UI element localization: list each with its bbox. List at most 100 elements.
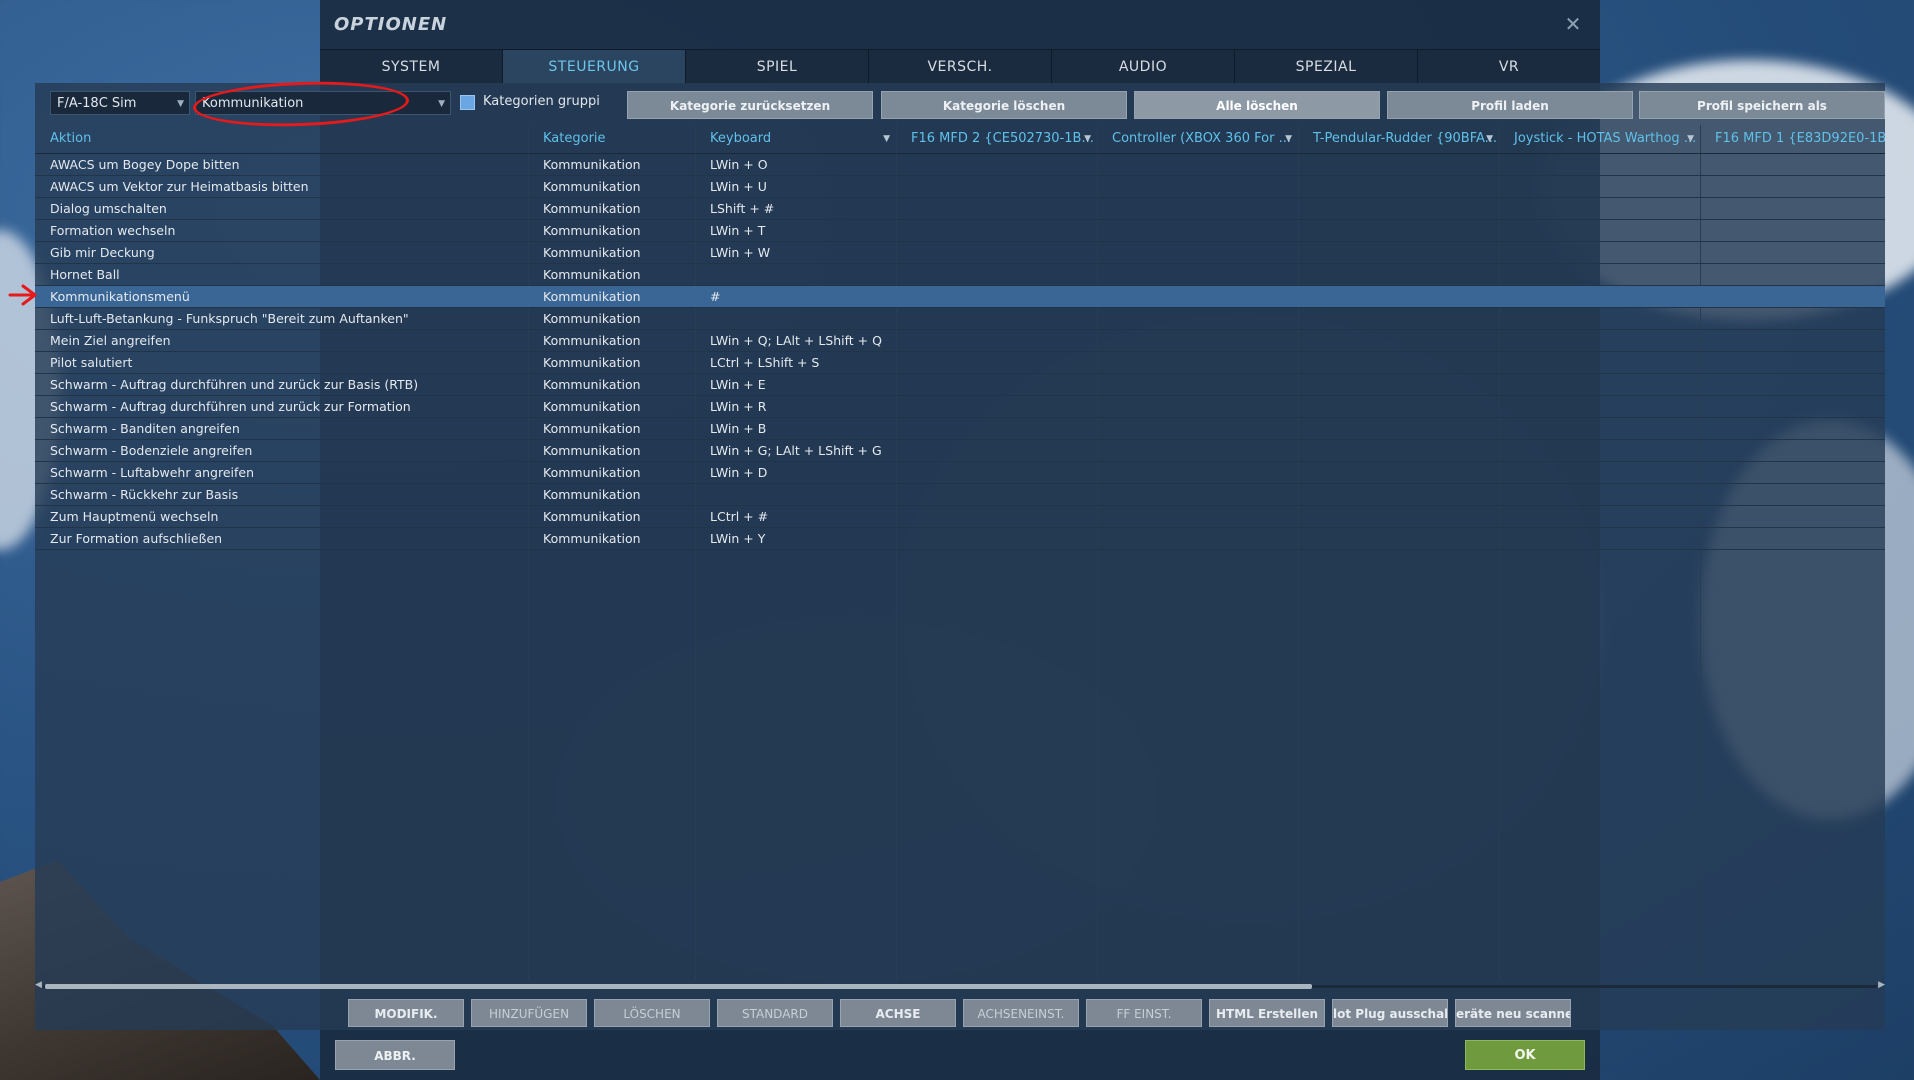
ok-button[interactable]: OK [1465, 1040, 1585, 1070]
cell-keyboard[interactable]: LWin + Q; LAlt + LShift + Q [695, 330, 896, 351]
column-header-device[interactable]: Controller (XBOX 360 For ... ▼ [1097, 125, 1298, 153]
reset-category-button[interactable]: Kategorie zurücksetzen [627, 91, 873, 119]
ff-settings-button[interactable]: FF EINST. [1086, 999, 1202, 1027]
table-row[interactable]: Zum Hauptmenü wechseln Kommunikation LCtrl… [35, 506, 1885, 528]
table-row[interactable]: Schwarm - Luftabwehr angreifen Kommunikat… [35, 462, 1885, 484]
cell-keyboard[interactable]: LWin + U [695, 176, 896, 197]
cell-keyboard[interactable]: LWin + O [695, 154, 896, 175]
delete-button[interactable]: LÖSCHEN [594, 999, 710, 1027]
close-icon[interactable]: ✕ [1562, 13, 1584, 35]
tab-audio[interactable]: AUDIO [1052, 50, 1235, 84]
table-row[interactable]: Mein Ziel angreifen Kommunikation LWin + Q… [35, 330, 1885, 352]
scroll-right-icon[interactable]: ▶ [1878, 980, 1885, 990]
table-row[interactable]: Schwarm - Auftrag durchführen und zurück… [35, 374, 1885, 396]
cell-action[interactable]: Gib mir Deckung [35, 242, 528, 263]
cell-action[interactable]: Schwarm - Rückkehr zur Basis [35, 484, 528, 505]
table-row[interactable]: Zur Formation aufschließen Kommunikation L… [35, 528, 1885, 550]
cell-keyboard[interactable]: LWin + B [695, 418, 896, 439]
tab-vr[interactable]: VR [1418, 50, 1600, 84]
table-row[interactable]: Formation wechseln Kommunikation LWin + T [35, 220, 1885, 242]
cell-action[interactable]: Schwarm - Auftrag durchführen und zurück… [35, 396, 528, 417]
cell-keyboard[interactable]: LWin + D [695, 462, 896, 483]
cell-category[interactable]: Kommunikation [528, 396, 695, 417]
axis-button[interactable]: ACHSE [840, 999, 956, 1027]
cell-keyboard[interactable]: LWin + G; LAlt + LShift + G [695, 440, 896, 461]
cell-action[interactable]: Mein Ziel angreifen [35, 330, 528, 351]
column-header-device[interactable]: Joystick - HOTAS Warthog ... ▼ [1499, 125, 1700, 153]
cell-action[interactable]: Schwarm - Bodenziele angreifen [35, 440, 528, 461]
table-row[interactable]: Gib mir Deckung Kommunikation LWin + W [35, 242, 1885, 264]
table-row[interactable]: Kommunikationsmenü Kommunikation # [35, 286, 1885, 308]
cell-category[interactable]: Kommunikation [528, 418, 695, 439]
load-profile-button[interactable]: Profil laden [1387, 91, 1633, 119]
cell-keyboard[interactable]: LWin + W [695, 242, 896, 263]
cell-keyboard[interactable]: LWin + Y [695, 528, 896, 549]
cell-action[interactable]: Pilot salutiert [35, 352, 528, 373]
default-button[interactable]: STANDARD [717, 999, 833, 1027]
tab-versch[interactable]: VERSCH. [869, 50, 1052, 84]
cell-keyboard[interactable]: LWin + E [695, 374, 896, 395]
cell-category[interactable]: Kommunikation [528, 220, 695, 241]
cell-category[interactable]: Kommunikation [528, 374, 695, 395]
add-button[interactable]: HINZUFÜGEN [471, 999, 587, 1027]
cell-category[interactable]: Kommunikation [528, 286, 695, 307]
cell-category[interactable]: Kommunikation [528, 264, 695, 285]
table-row[interactable]: AWACS um Bogey Dope bitten Kommunikation L… [35, 154, 1885, 176]
table-row[interactable]: Schwarm - Rückkehr zur Basis Kommunikatio… [35, 484, 1885, 506]
tab-spiel[interactable]: SPIEL [686, 50, 869, 84]
column-header-device[interactable]: T-Pendular-Rudder {90BFA... ▼ [1298, 125, 1499, 153]
cell-category[interactable]: Kommunikation [528, 352, 695, 373]
modify-button[interactable]: MODIFIK. [348, 999, 464, 1027]
delete-all-button[interactable]: Alle löschen [1134, 91, 1380, 119]
save-profile-button[interactable]: Profil speichern als [1639, 91, 1885, 119]
cell-action[interactable]: AWACS um Bogey Dope bitten [35, 154, 528, 175]
cell-action[interactable]: AWACS um Vektor zur Heimatbasis bitten [35, 176, 528, 197]
delete-category-button[interactable]: Kategorie löschen [881, 91, 1127, 119]
cell-category[interactable]: Kommunikation [528, 484, 695, 505]
cell-keyboard[interactable] [695, 264, 896, 285]
column-header-keyboard[interactable]: Keyboard ▼ [695, 125, 896, 153]
cell-category[interactable]: Kommunikation [528, 176, 695, 197]
column-header-device[interactable]: F16 MFD 1 {E83D92E0-1B... [1700, 125, 1885, 153]
cell-category[interactable]: Kommunikation [528, 154, 695, 175]
cell-category[interactable]: Kommunikation [528, 330, 695, 351]
horizontal-scrollbar[interactable]: ◀ ▶ [35, 980, 1885, 990]
hot-plug-button[interactable]: lot Plug ausschalte [1332, 999, 1448, 1027]
cell-keyboard[interactable]: LWin + T [695, 220, 896, 241]
cell-action[interactable]: Schwarm - Banditen angreifen [35, 418, 528, 439]
aircraft-select[interactable]: F/A-18C Sim ▼ [50, 91, 190, 115]
scroll-left-icon[interactable]: ◀ [35, 980, 42, 990]
cancel-button[interactable]: ABBR. [335, 1040, 455, 1070]
cell-keyboard[interactable] [695, 484, 896, 505]
cell-keyboard[interactable]: LCtrl + LShift + S [695, 352, 896, 373]
cell-action[interactable]: Kommunikationsmenü [35, 286, 528, 307]
column-header-action[interactable]: Aktion [35, 125, 528, 153]
cell-category[interactable]: Kommunikation [528, 462, 695, 483]
axis-settings-button[interactable]: ACHSENEINST. [963, 999, 1079, 1027]
cell-category[interactable]: Kommunikation [528, 242, 695, 263]
tab-steuerung[interactable]: STEUERUNG [503, 50, 686, 84]
cell-action[interactable]: Schwarm - Auftrag durchführen und zurück… [35, 374, 528, 395]
table-row[interactable]: Hornet Ball Kommunikation [35, 264, 1885, 286]
cell-action[interactable]: Schwarm - Luftabwehr angreifen [35, 462, 528, 483]
cell-action[interactable]: Zur Formation aufschließen [35, 528, 528, 549]
column-header-device[interactable]: F16 MFD 2 {CE502730-1B... ▼ [896, 125, 1097, 153]
table-row[interactable]: Schwarm - Banditen angreifen Kommunikatio… [35, 418, 1885, 440]
cell-action[interactable]: Dialog umschalten [35, 198, 528, 219]
cell-action[interactable]: Zum Hauptmenü wechseln [35, 506, 528, 527]
cell-category[interactable]: Kommunikation [528, 308, 695, 329]
table-row[interactable]: Schwarm - Auftrag durchführen und zurück… [35, 396, 1885, 418]
cell-keyboard[interactable]: # [695, 286, 896, 307]
column-header-category[interactable]: Kategorie [528, 125, 695, 153]
tab-spezial[interactable]: SPEZIAL [1235, 50, 1418, 84]
rescan-devices-button[interactable]: eräte neu scanne [1455, 999, 1571, 1027]
cell-action[interactable]: Formation wechseln [35, 220, 528, 241]
table-row[interactable]: Schwarm - Bodenziele angreifen Kommunikat… [35, 440, 1885, 462]
table-row[interactable]: Luft-Luft-Betankung - Funkspruch "Bereit… [35, 308, 1885, 330]
table-row[interactable]: Dialog umschalten Kommunikation LShift + # [35, 198, 1885, 220]
cell-action[interactable]: Luft-Luft-Betankung - Funkspruch "Bereit… [35, 308, 528, 329]
cell-category[interactable]: Kommunikation [528, 198, 695, 219]
cell-keyboard[interactable]: LWin + R [695, 396, 896, 417]
category-select[interactable]: Kommunikation ▼ [195, 91, 451, 115]
cell-action[interactable]: Hornet Ball [35, 264, 528, 285]
